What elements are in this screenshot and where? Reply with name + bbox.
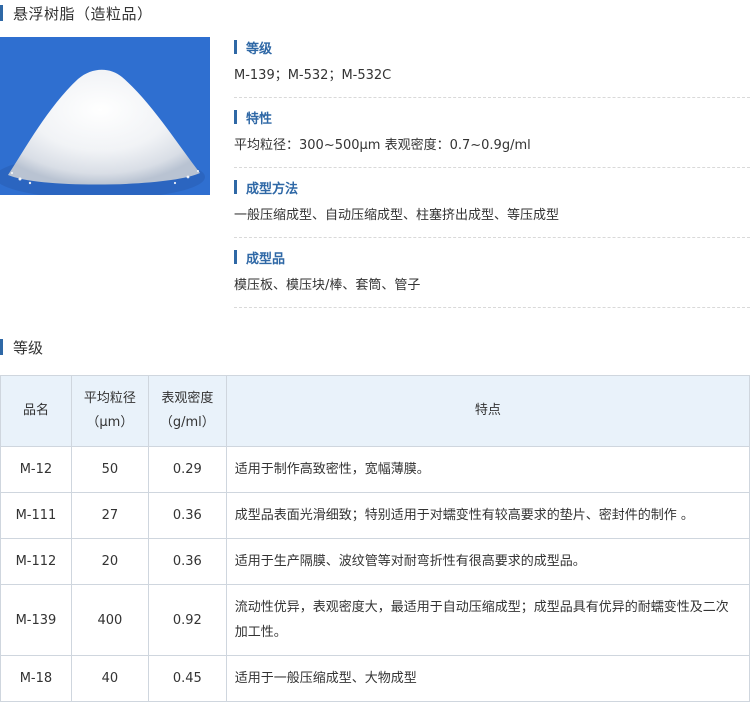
cell-size: 50	[70, 446, 149, 493]
table-row: M-112 20 0.36 适用于生产隔膜、波纹管等对耐弯折性有很高要求的成型品…	[0, 538, 750, 585]
header-text: 表观密度	[161, 391, 214, 406]
page-title-bar: 悬浮树脂（造粒品）	[0, 3, 153, 23]
spec-label: 成型品	[246, 251, 286, 267]
cell-feature: 适用于生产隔膜、波纹管等对耐弯折性有很高要求的成型品。	[225, 538, 750, 585]
section-accent-bar	[0, 339, 3, 355]
table-row: M-139 400 0.92 流动性优异，表观密度大，最适用于自动压缩成型；成型…	[0, 584, 750, 656]
header-particle-size: 平均粒径 （μm）	[70, 375, 149, 447]
title-accent-bar	[0, 5, 3, 21]
spec-molded-products: 成型品 模压板、模压块/棒、套筒、管子	[234, 248, 750, 295]
section-title: 等级	[13, 338, 44, 357]
cell-density: 0.45	[147, 655, 227, 702]
cell-feature: 流动性优异，表观密度大，最适用于自动压缩成型；成型品具有优异的耐蠕变性及二次加工…	[225, 584, 750, 656]
spec-properties: 特性 平均粒径：300~500μm 表观密度：0.7~0.9g/ml	[234, 108, 750, 155]
cell-density: 0.29	[147, 446, 227, 493]
spec-accent-bar	[234, 110, 237, 124]
header-unit: （g/ml）	[159, 415, 215, 430]
table-row: M-111 27 0.36 成型品表面光滑细致；特别适用于对蠕变性有较高要求的垫…	[0, 492, 750, 539]
header-unit: （μm）	[86, 415, 134, 430]
cell-size: 400	[70, 584, 149, 656]
dashed-divider	[234, 237, 750, 238]
resin-powder-image	[0, 37, 210, 195]
spec-label: 特性	[246, 111, 273, 127]
cell-density: 0.36	[147, 538, 227, 585]
cell-grade: M-139	[0, 584, 72, 656]
cell-feature: 成型品表面光滑细致；特别适用于对蠕变性有较高要求的垫片、密封件的制作 。	[225, 492, 750, 539]
spec-value: 模压板、模压块/棒、套筒、管子	[234, 278, 421, 293]
spec-value: M-139；M-532；M-532C	[234, 68, 392, 83]
cell-grade: M-12	[0, 446, 72, 493]
spec-accent-bar	[234, 40, 237, 54]
header-feature: 特点	[225, 375, 750, 447]
cell-feature: 适用于制作高致密性，宽幅薄膜。	[225, 446, 750, 493]
section-title-bar: 等级	[0, 337, 43, 357]
dashed-divider	[234, 167, 750, 168]
table-row: M-12 50 0.29 适用于制作高致密性，宽幅薄膜。	[0, 446, 750, 493]
grades-table: 品名 平均粒径 （μm） 表观密度 （g/ml） 特点 M-12 50 0.29 适…	[0, 375, 750, 702]
cell-size: 20	[70, 538, 149, 585]
cell-grade: M-18	[0, 655, 72, 702]
spec-accent-bar	[234, 250, 237, 264]
cell-feature: 适用于一般压缩成型、大物成型	[225, 655, 750, 702]
cell-size: 27	[70, 492, 149, 539]
spec-value: 平均粒径：300~500μm 表观密度：0.7~0.9g/ml	[234, 138, 531, 153]
product-photo	[0, 37, 210, 195]
header-grade: 品名	[0, 375, 72, 447]
cell-size: 40	[70, 655, 149, 702]
spec-accent-bar	[234, 180, 237, 194]
spec-molding-method: 成型方法 一般压缩成型、自动压缩成型、柱塞挤出成型、等压成型	[234, 178, 750, 225]
header-text: 平均粒径	[83, 391, 136, 406]
cell-density: 0.36	[147, 492, 227, 539]
cell-grade: M-111	[0, 492, 72, 539]
spec-label: 等级	[246, 41, 273, 57]
dashed-divider	[234, 97, 750, 98]
cell-density: 0.92	[147, 584, 227, 656]
spec-grade: 等级 M-139；M-532；M-532C	[234, 38, 750, 85]
header-density: 表观密度 （g/ml）	[147, 375, 227, 447]
table-row: M-18 40 0.45 适用于一般压缩成型、大物成型	[0, 655, 750, 702]
page-title: 悬浮树脂（造粒品）	[13, 4, 153, 23]
table-header-row: 品名 平均粒径 （μm） 表观密度 （g/ml） 特点	[0, 375, 750, 447]
spec-value: 一般压缩成型、自动压缩成型、柱塞挤出成型、等压成型	[234, 208, 560, 223]
cell-grade: M-112	[0, 538, 72, 585]
spec-label: 成型方法	[246, 181, 299, 197]
dashed-divider	[234, 307, 750, 308]
